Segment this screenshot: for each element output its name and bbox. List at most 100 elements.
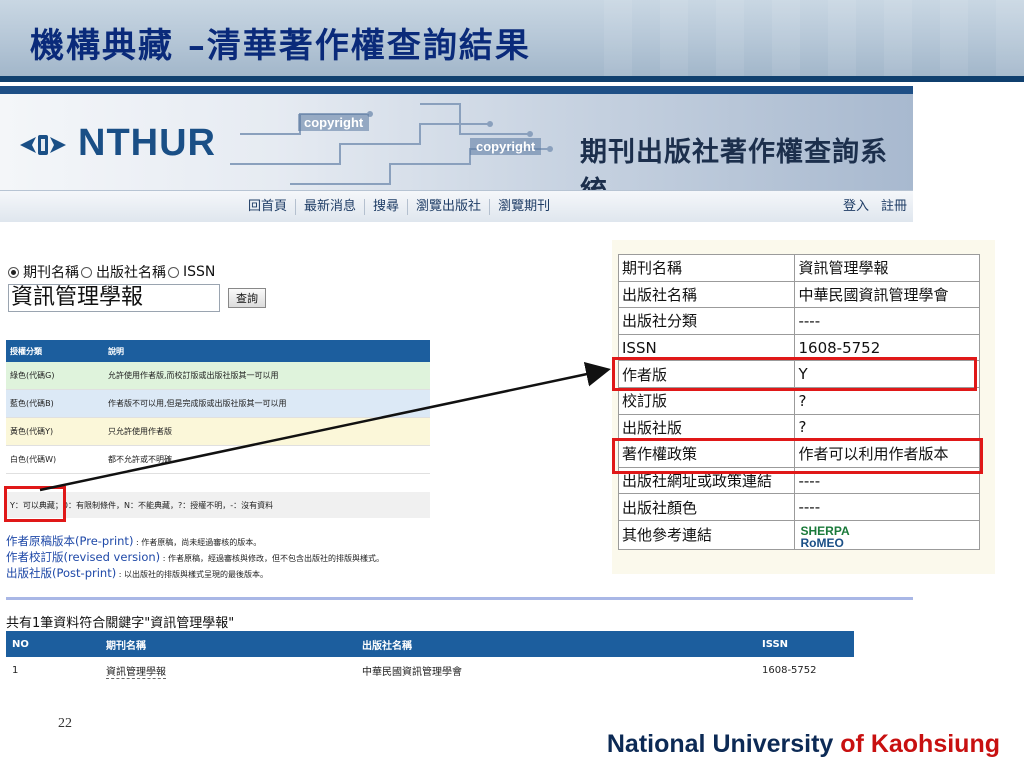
detail-row: 其他參考連結 SHERPA RoMEO xyxy=(617,519,980,550)
romeo-text: RoMEO xyxy=(800,535,844,550)
version-label: 出版社版(Post-print) xyxy=(6,566,117,580)
legend-header-description: 說明 xyxy=(108,346,124,356)
radio-label-issn: ISSN xyxy=(183,264,216,280)
footer-main: National University xyxy=(606,730,841,758)
slide: 機構典藏 –清華著作權查詢結果 copyright copyright NTHU… xyxy=(0,0,1024,768)
copyright-tag-2: copyright xyxy=(470,138,542,155)
legend-header: 授權分類 說明 xyxy=(6,340,430,362)
page-number: 22 xyxy=(58,716,72,731)
detail-row: 期刊名稱 資訊管理學報 xyxy=(617,254,980,282)
result-title-link[interactable]: 資訊管理學報 xyxy=(106,666,166,679)
nthur-logo-icon xyxy=(18,131,68,157)
table-row: 1 資訊管理學報 中華民國資訊管理學會 1608-5752 xyxy=(6,657,854,683)
slide-title: 機構典藏 –清華著作權查詢結果 xyxy=(30,26,531,66)
results-header-title: 期刊名稱 xyxy=(106,640,146,652)
detail-value: ? xyxy=(794,413,980,442)
legend-row-green: 綠色(代碼G) 允許使用作者版,而校訂版或出版社版其一可以用 xyxy=(6,362,430,390)
license-legend-table: 授權分類 說明 綠色(代碼G) 允許使用作者版,而校訂版或出版社版其一可以用 藍… xyxy=(6,340,430,474)
results-header: NO 期刊名稱 出版社名稱 ISSN xyxy=(6,631,854,657)
result-publisher: 中華民國資訊管理學會 xyxy=(362,666,462,678)
footer-institution: National University of Kaohsiung xyxy=(607,730,1000,759)
results-table: NO 期刊名稱 出版社名稱 ISSN 1 資訊管理學報 中華民國資訊管理學會 1… xyxy=(6,631,854,683)
legend-desc: 作者版不可以用,但是完成版或出版社版其一可以用 xyxy=(108,399,287,408)
legend-row-blue: 藍色(代碼B) 作者版不可以用,但是完成版或出版社版其一可以用 xyxy=(6,390,430,418)
legend-color: 白色(代碼W) xyxy=(10,455,57,464)
detail-row: 出版社版? xyxy=(617,413,980,442)
results-header-publisher: 出版社名稱 xyxy=(362,640,412,652)
version-desc: : 作者原稿，尚未經過審核的版本。 xyxy=(133,538,262,547)
nav-search[interactable]: 搜尋 xyxy=(365,199,409,215)
legend-header-category: 授權分類 xyxy=(10,346,42,356)
nav-browse-journals[interactable]: 瀏覽期刊 xyxy=(490,199,558,215)
result-title-cell: 資訊管理學報 xyxy=(106,663,362,679)
title-decoration xyxy=(604,0,1024,76)
search-type-radios: 期刊名稱 出版社名稱 ISSN xyxy=(8,262,266,282)
title-bar: 機構典藏 –清華著作權查詢結果 xyxy=(0,0,1024,82)
account-links: 登入 註冊 xyxy=(843,199,907,215)
radio-label-journal-title: 期刊名稱 xyxy=(23,265,79,281)
detail-row: 出版社名稱 中華民國資訊管理學會 xyxy=(617,280,980,309)
detail-value: ? xyxy=(794,386,980,415)
detail-value: ---- xyxy=(794,493,980,521)
code-note-rest: ；0：有限制條件，N：不能典藏，?：授權不明，-：沒有資料 xyxy=(54,500,274,510)
legend-desc: 只允許使用作者版 xyxy=(108,427,172,436)
version-desc: : 以出版社的排版與樣式呈現的最後版本。 xyxy=(116,570,268,579)
detail-key: 出版社顏色 xyxy=(617,493,796,521)
register-link[interactable]: 註冊 xyxy=(881,199,907,215)
version-note-revised: 作者校訂版(revised version) : 作者原稿，經過審核與修改，但不… xyxy=(6,550,384,566)
detail-value: 資訊管理學報 xyxy=(794,254,980,282)
detail-key: 期刊名稱 xyxy=(617,254,796,282)
radio-journal-title[interactable] xyxy=(8,266,19,278)
version-notes: 作者原稿版本(Pre-print) : 作者原稿，尚未經過審核的版本。 作者校訂… xyxy=(6,534,384,582)
version-desc: : 作者原稿，經過審核與修改，但不包含出版社的排版與樣式。 xyxy=(160,554,384,563)
highlight-box-code-y xyxy=(4,486,66,522)
legend-color: 黃色(代碼Y) xyxy=(10,427,54,436)
legend-row-white: 白色(代碼W) 都不允許或不明確 xyxy=(6,446,430,474)
detail-value: 中華民國資訊管理學會 xyxy=(794,280,980,309)
search-panel: 期刊名稱 出版社名稱 ISSN 資訊管理學報 查詢 xyxy=(8,262,266,312)
detail-row: 出版社顏色 ---- xyxy=(617,493,980,521)
detail-key: 其他參考連結 xyxy=(617,519,796,550)
legend-row-yellow: 黃色(代碼Y) 只允許使用作者版 xyxy=(6,418,430,446)
highlight-box-copyright-policy xyxy=(612,438,983,474)
result-no: 1 xyxy=(12,664,19,676)
version-label: 作者原稿版本(Pre-print) xyxy=(6,534,134,548)
legend-color: 藍色(代碼B) xyxy=(10,399,54,408)
legend-desc: 都不允許或不明確 xyxy=(108,455,172,464)
nav-browse-publishers[interactable]: 瀏覽出版社 xyxy=(408,199,491,215)
detail-key: 出版社分類 xyxy=(617,307,796,335)
nthur-logo-text: NTHUR xyxy=(78,122,216,164)
search-input[interactable]: 資訊管理學報 xyxy=(8,284,220,312)
section-divider xyxy=(6,597,913,600)
results-summary: 共有1筆資料符合關鍵字"資訊管理學報" xyxy=(6,616,235,631)
highlight-box-author-version xyxy=(612,357,977,391)
site-nav-bar: 回首頁 最新消息 搜尋 瀏覽出版社 瀏覽期刊 登入 註冊 xyxy=(0,190,913,222)
site-nav: 回首頁 最新消息 搜尋 瀏覽出版社 瀏覽期刊 xyxy=(240,199,558,215)
code-note-row: Y：可以典藏 ；0：有限制條件，N：不能典藏，?：授權不明，-：沒有資料 xyxy=(6,492,430,518)
nthur-logo[interactable]: NTHUR xyxy=(18,122,216,165)
banner-top-strip xyxy=(0,86,913,94)
legend-color: 綠色(代碼G) xyxy=(10,371,55,380)
version-note-postprint: 出版社版(Post-print) : 以出版社的排版與樣式呈現的最後版本。 xyxy=(6,566,384,582)
copyright-tag-1: copyright xyxy=(298,114,370,131)
site-banner: copyright copyright NTHUR 期刊出版社著作權查詢系統 xyxy=(0,86,913,207)
footer-accent: of Kaohsiung xyxy=(840,730,1000,758)
radio-issn[interactable] xyxy=(168,266,179,278)
nthur-site-header: copyright copyright NTHUR 期刊出版社著作權查詢系統 回… xyxy=(0,86,913,222)
version-label: 作者校訂版(revised version) xyxy=(6,550,161,564)
radio-publisher-name[interactable] xyxy=(81,266,92,278)
detail-row: 出版社分類 ---- xyxy=(617,307,980,335)
detail-key: 出版社版 xyxy=(617,413,796,442)
result-issn: 1608-5752 xyxy=(762,664,817,676)
nav-home[interactable]: 回首頁 xyxy=(240,199,297,215)
login-link[interactable]: 登入 xyxy=(843,199,869,215)
nav-news[interactable]: 最新消息 xyxy=(296,199,366,215)
results-header-issn: ISSN xyxy=(762,638,789,650)
results-header-no: NO xyxy=(12,638,29,650)
search-button[interactable]: 查詢 xyxy=(228,288,266,308)
detail-key: 校訂版 xyxy=(617,386,796,415)
sherpa-romeo-link[interactable]: SHERPA RoMEO xyxy=(800,525,849,549)
detail-key: 出版社名稱 xyxy=(617,280,796,309)
search-row: 資訊管理學報 查詢 xyxy=(8,284,266,312)
detail-value-romeo: SHERPA RoMEO xyxy=(794,519,980,550)
